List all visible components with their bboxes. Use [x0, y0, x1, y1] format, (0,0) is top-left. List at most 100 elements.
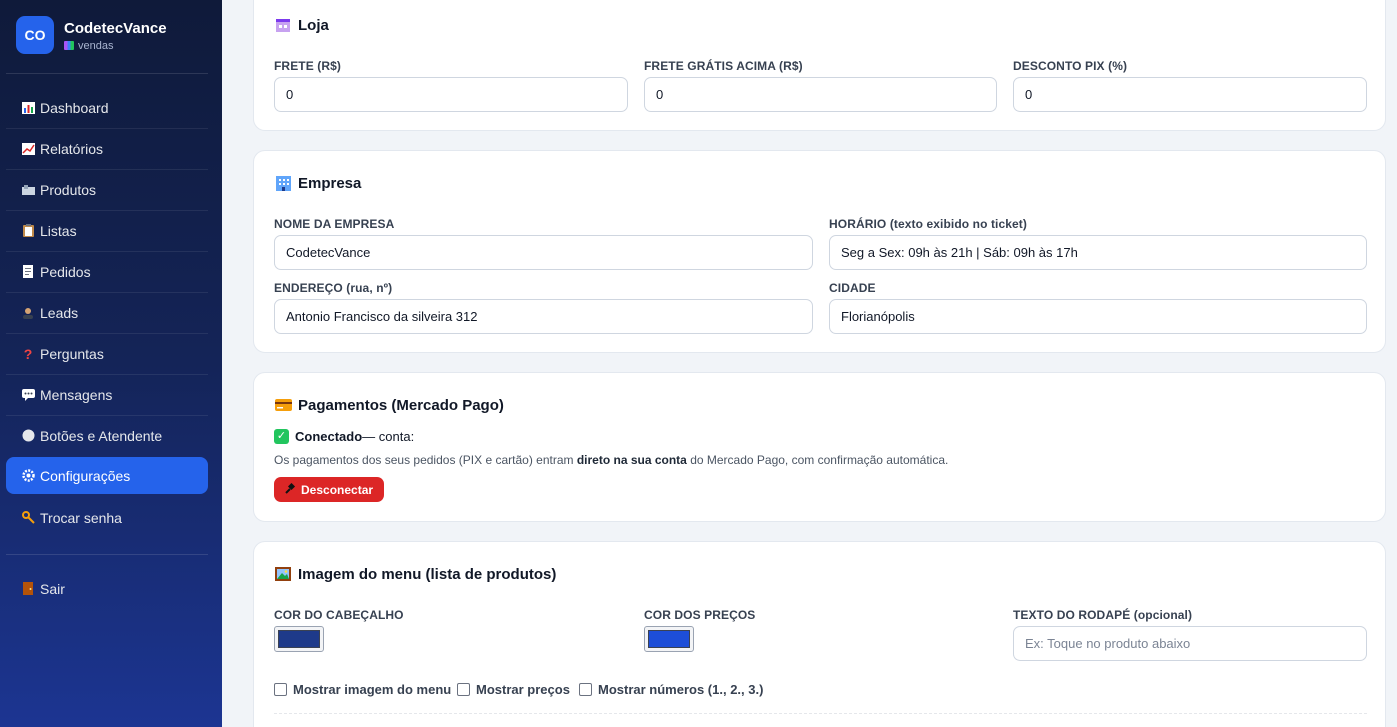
checkbox-label: Mostrar imagem do menu [293, 682, 452, 697]
rodape-label-text: TEXTO DO RODAPÉ [1013, 608, 1131, 622]
disconnect-label: Desconectar [301, 482, 374, 497]
brand-logo: CO [16, 16, 54, 54]
cor-precos-picker[interactable] [644, 626, 694, 652]
person-icon [20, 305, 36, 321]
card-title: Imagem do menu (lista de produtos) [274, 565, 556, 583]
nome-empresa-label: NOME DA EMPRESA [274, 217, 395, 231]
sidebar-item-relatorios[interactable]: Relatórios [6, 130, 208, 167]
desconto-pix-label: DESCONTO PIX (%) [1013, 59, 1128, 73]
nav-separator [6, 333, 208, 334]
sidebar-item-label: Pedidos [40, 263, 91, 280]
horario-hint: (texto exibido no ticket) [889, 217, 1027, 231]
sidebar-item-leads[interactable]: Leads [6, 294, 208, 331]
color-swatch [278, 630, 320, 648]
rodape-hint: (opcional) [1133, 608, 1193, 622]
sidebar-item-label: Mensagens [40, 386, 113, 403]
checkbox-mostrar-imagem[interactable]: Mostrar imagem do menu [274, 682, 451, 697]
cidade-input[interactable] [829, 299, 1367, 334]
sidebar-item-label: Listas [40, 222, 77, 239]
frete-input[interactable] [274, 77, 628, 112]
desc-text: do Mercado Pago, com confirmação automát… [686, 453, 949, 467]
status-strong: Conectado [295, 429, 363, 444]
chart-icon [64, 41, 74, 50]
endereco-label: ENDEREÇO (rua, nº) [274, 281, 392, 295]
sidebar-item-configuracoes[interactable]: Configurações [6, 457, 208, 494]
cor-cabecalho-label: COR DO CABEÇALHO [274, 608, 404, 622]
horario-input[interactable] [829, 235, 1367, 270]
checkbox-box[interactable] [457, 683, 470, 696]
desc-text: Os pagamentos dos seus pedidos (PIX e ca… [274, 453, 577, 467]
disconnect-button[interactable]: Desconectar [274, 477, 385, 502]
card-title-text: Imagem do menu (lista de produtos) [298, 565, 557, 583]
trend-chart-icon [20, 141, 36, 157]
brand: CO CodetecVance vendas [16, 16, 206, 56]
sidebar-item-listas[interactable]: Listas [6, 212, 208, 249]
desconto-pix-input[interactable] [1013, 77, 1367, 112]
endereco-input[interactable] [274, 299, 813, 334]
rodape-label: TEXTO DO RODAPÉ (opcional) [1013, 608, 1192, 622]
card-title-text: Empresa [298, 174, 362, 192]
sidebar-item-label: Produtos [40, 181, 97, 198]
sidebar-item-label: Relatórios [40, 140, 104, 157]
key-icon [20, 510, 36, 526]
question-icon: ? [23, 345, 33, 362]
sidebar-item-pedidos[interactable]: Pedidos [6, 253, 208, 290]
card-empresa: Empresa NOME DA EMPRESA HORÁRIO (texto e… [253, 150, 1386, 353]
circle-icon [20, 428, 36, 444]
brand-name: CodetecVance [64, 20, 167, 37]
card-title: Loja [274, 16, 329, 34]
rodape-input[interactable] [1013, 626, 1367, 661]
nav-separator [6, 292, 208, 293]
cor-cabecalho-picker[interactable] [274, 626, 324, 652]
sidebar-divider [6, 73, 208, 74]
checkbox-box[interactable] [579, 683, 592, 696]
connection-status: ✓ Conectado — conta: [274, 429, 414, 444]
card-title: Empresa [274, 174, 361, 192]
checkbox-label: Mostrar preços [476, 682, 570, 697]
sidebar-item-label: Sair [40, 580, 65, 597]
bar-chart-icon [20, 100, 36, 116]
card-title-text: Pagamentos (Mercado Pago) [298, 396, 504, 414]
sidebar-item-produtos[interactable]: Produtos [6, 171, 208, 208]
nav-separator [6, 374, 208, 375]
section-divider [274, 713, 1367, 714]
color-swatch [648, 630, 690, 648]
sidebar-item-label: Botões e Atendente [40, 427, 163, 444]
card-title-text: Loja [298, 16, 329, 34]
brand-subtitle: vendas [64, 40, 113, 52]
nav-separator [6, 415, 208, 416]
sidebar-item-trocar-senha[interactable]: Trocar senha [6, 499, 208, 536]
products-icon [20, 182, 36, 198]
sidebar-item-label: Perguntas [40, 345, 104, 362]
sidebar-item-label: Leads [40, 304, 79, 321]
nav-separator [6, 210, 208, 211]
sidebar-item-mensagens[interactable]: Mensagens [6, 376, 208, 413]
frete-gratis-input[interactable] [644, 77, 997, 112]
nome-empresa-input[interactable] [274, 235, 813, 270]
sidebar-item-label: Configurações [40, 467, 131, 484]
sidebar-item-perguntas[interactable]: ? Perguntas [6, 335, 208, 372]
status-rest: — conta: [362, 429, 415, 444]
sidebar-item-botoes-atendente[interactable]: Botões e Atendente [6, 417, 208, 454]
gear-icon [20, 468, 36, 484]
desc-bold: direto na sua conta [576, 453, 687, 467]
checkbox-label: Mostrar números (1., 2., 3.) [598, 682, 764, 697]
speech-bubble-icon [20, 387, 36, 403]
check-icon: ✓ [274, 429, 289, 444]
card-title: Pagamentos (Mercado Pago) [274, 396, 504, 414]
checkbox-mostrar-numeros[interactable]: Mostrar números (1., 2., 3.) [579, 682, 763, 697]
nav-separator [6, 251, 208, 252]
sidebar-divider [6, 554, 208, 555]
nav-separator [6, 128, 208, 129]
door-icon [20, 581, 36, 597]
horario-label-text: HORÁRIO [829, 217, 887, 231]
sidebar-item-label: Trocar senha [40, 509, 122, 526]
payments-description: Os pagamentos dos seus pedidos (PIX e ca… [274, 453, 948, 467]
nav-separator [6, 169, 208, 170]
sidebar-item-dashboard[interactable]: Dashboard [6, 89, 208, 126]
checkbox-box[interactable] [274, 683, 287, 696]
sidebar-item-sair[interactable]: Sair [6, 570, 208, 607]
checkbox-mostrar-precos[interactable]: Mostrar preços [457, 682, 570, 697]
card-loja: Loja FRETE (R$) FRETE GRÁTIS ACIMA (R$) … [253, 0, 1386, 131]
building-icon [274, 174, 292, 192]
